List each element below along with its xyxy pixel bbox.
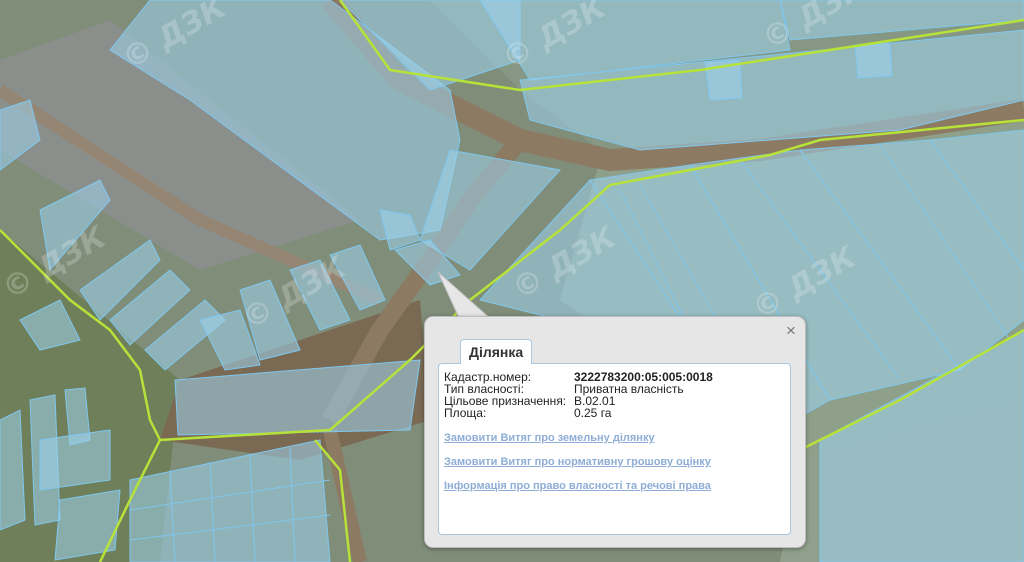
area-row: Площа: 0.25 га (444, 406, 611, 420)
ownership-rights-info-link[interactable]: Інформація про право власності та речові… (444, 480, 711, 492)
land-parcel[interactable] (0, 409, 26, 531)
land-parcel[interactable] (854, 42, 893, 79)
tab-parcel[interactable]: Ділянка (460, 339, 533, 364)
field-label: Площа: (444, 406, 487, 420)
parcel-info-popup: × Ділянка Кадастр.номер: 3222783200:05:0… (424, 316, 806, 548)
order-valuation-extract-link[interactable]: Замовити Витяг про нормативну грошову оц… (444, 456, 711, 468)
order-parcel-extract-link[interactable]: Замовити Витяг про земельну ділянку (444, 432, 655, 444)
close-icon[interactable]: × (783, 322, 799, 339)
parcel-details: Кадастр.номер: 3222783200:05:005:0018 Ти… (438, 363, 791, 535)
area-value: 0.25 га (574, 406, 612, 420)
land-parcel[interactable] (54, 489, 121, 561)
land-parcel[interactable] (39, 429, 111, 491)
popup-pointer (437, 272, 495, 322)
